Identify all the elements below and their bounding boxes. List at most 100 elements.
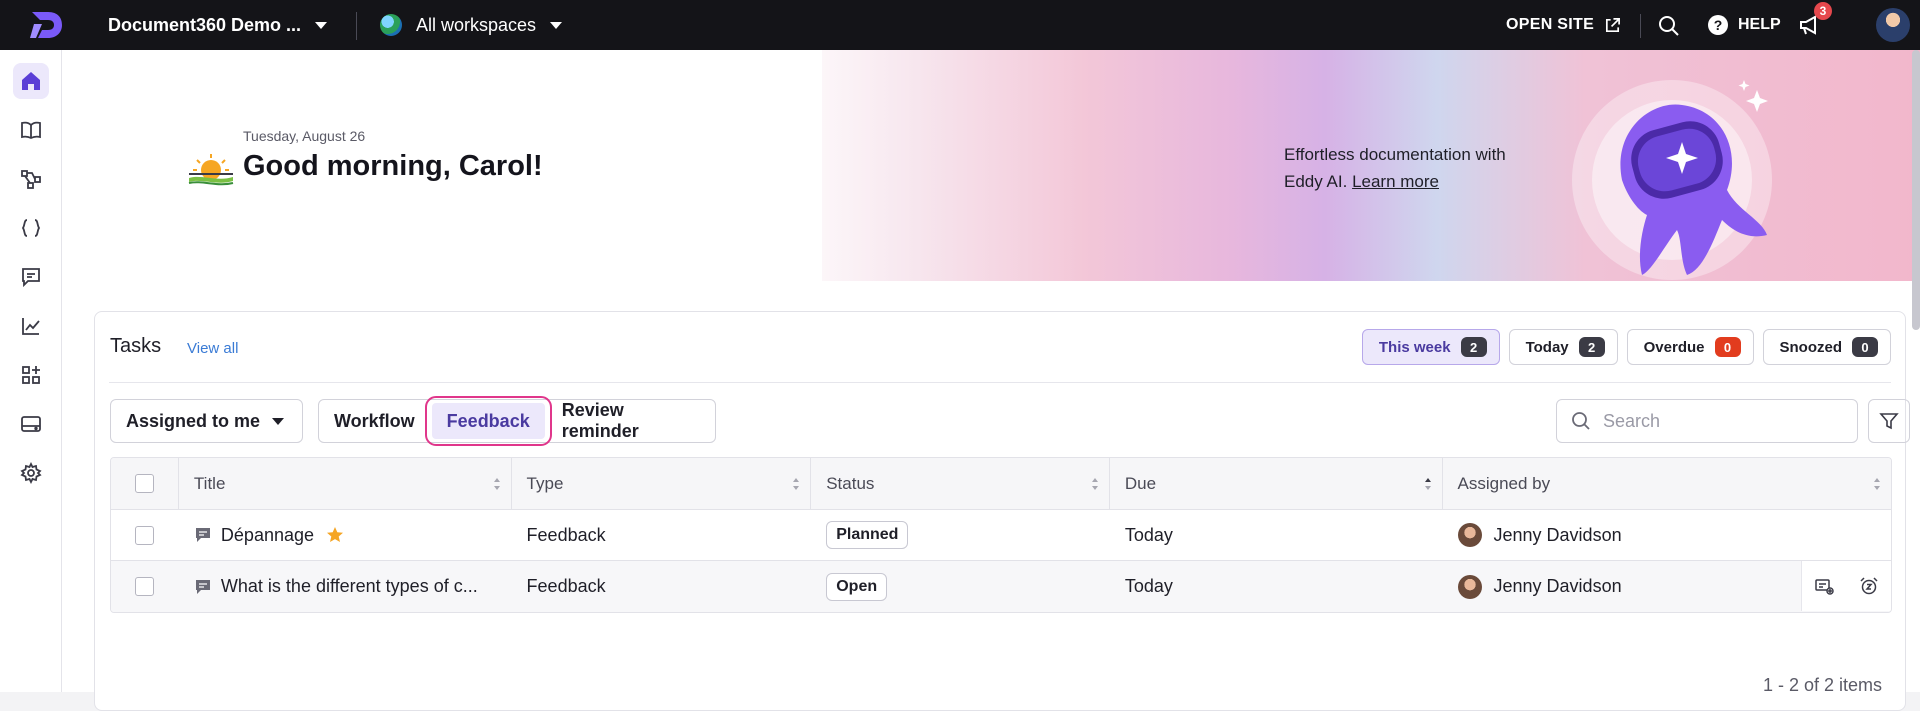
divider	[356, 12, 357, 40]
top-navigation-bar: Document360 Demo ... All workspaces OPEN…	[0, 0, 1920, 50]
row-checkbox[interactable]	[135, 525, 155, 545]
filter-today[interactable]: Today 2	[1508, 329, 1618, 365]
star-icon	[327, 527, 344, 542]
column-label: Type	[526, 473, 564, 493]
filter-label: Today	[1525, 338, 1569, 356]
eddy-ai-mascot-illustration	[1572, 80, 1772, 280]
due-date: Today	[1124, 524, 1173, 545]
table-row[interactable]: Dépannage Feedback Planned Today Jenny D…	[111, 510, 1891, 561]
view-all-link[interactable]: View all	[187, 340, 238, 357]
greeting-heading: Good morning, Carol!	[243, 150, 543, 182]
pagination-summary: 1 - 2 of 2 items	[1762, 675, 1882, 695]
column-header-title[interactable]: Title	[179, 458, 512, 509]
table-header-row: Title Type Status Due Assigned by	[111, 458, 1891, 510]
eddy-ai-promo: Effortless documentation with Eddy AI. L…	[1284, 141, 1544, 195]
sidebar-item-feedback[interactable]	[13, 259, 49, 295]
sidebar-item-settings[interactable]	[13, 455, 49, 491]
open-site-link[interactable]: OPEN SITE	[1506, 0, 1621, 50]
open-site-label: OPEN SITE	[1506, 16, 1595, 33]
project-name: Document360 Demo ...	[108, 14, 302, 35]
column-header-status[interactable]: Status	[811, 458, 1110, 509]
task-search-field[interactable]	[1556, 399, 1858, 443]
filter-label: Overdue	[1643, 338, 1705, 356]
count-badge: 2	[1578, 337, 1605, 357]
tasks-title: Tasks	[110, 335, 162, 357]
task-period-filters: This week 2 Today 2 Overdue 0 Snoozed 0	[1361, 329, 1891, 365]
task-type: Feedback	[526, 524, 606, 545]
document360-logo[interactable]	[28, 8, 64, 42]
column-label: Title	[193, 473, 226, 493]
welcome-banner: Tuesday, August 26 Good morning, Carol! …	[62, 50, 1920, 281]
count-badge: 0	[1714, 337, 1741, 357]
task-type: Feedback	[526, 576, 606, 596]
search-icon[interactable]	[1658, 15, 1680, 37]
project-selector[interactable]: Document360 Demo ...	[108, 0, 328, 50]
filter-this-week[interactable]: This week 2	[1361, 329, 1500, 365]
change-status-icon[interactable]	[1814, 576, 1834, 596]
assigned-by-name: Jenny Davidson	[1493, 576, 1622, 596]
search-icon	[1572, 412, 1590, 430]
tasks-table: Title Type Status Due Assigned by Dépann…	[110, 457, 1892, 613]
tab-feedback[interactable]: Feedback	[424, 396, 552, 446]
feedback-icon	[22, 268, 40, 288]
task-title-link[interactable]: What is the different types of c...	[221, 576, 478, 597]
workspace-label: All workspaces	[416, 14, 537, 35]
sidebar-item-apps[interactable]	[13, 357, 49, 393]
snooze-alarm-icon[interactable]	[1859, 576, 1879, 596]
workspace-selector[interactable]: All workspaces	[380, 0, 563, 50]
help-button[interactable]: ? HELP	[1708, 0, 1781, 50]
task-type-tabs: Workflow Feedback Review reminder	[318, 396, 716, 446]
chevron-down-icon	[550, 21, 563, 29]
divider	[1640, 14, 1641, 38]
column-label: Status	[826, 473, 875, 493]
tab-workflow[interactable]: Workflow	[319, 399, 430, 443]
sort-icon	[793, 478, 800, 490]
home-icon	[22, 72, 40, 90]
table-row[interactable]: What is the different types of c... Feed…	[111, 561, 1891, 612]
filter-snoozed[interactable]: Snoozed 0	[1762, 329, 1891, 365]
user-avatar[interactable]	[1876, 8, 1910, 42]
tab-review-reminder[interactable]: Review reminder	[547, 399, 715, 443]
filter-label: This week	[1378, 338, 1451, 356]
filter-overdue[interactable]: Overdue 0	[1626, 329, 1754, 365]
page-scrollbar[interactable]	[1912, 50, 1920, 330]
help-label: HELP	[1738, 16, 1781, 33]
feedback-comment-icon	[195, 579, 210, 594]
learn-more-link[interactable]: Learn more	[1352, 172, 1439, 191]
sidebar-item-drive[interactable]	[13, 406, 49, 442]
due-date: Today	[1124, 576, 1173, 596]
sort-icon	[1874, 478, 1880, 490]
main-content: Tuesday, August 26 Good morning, Carol! …	[62, 50, 1920, 711]
book-icon	[21, 121, 41, 140]
count-badge: 0	[1852, 337, 1878, 357]
sidebar-item-analytics[interactable]	[13, 308, 49, 344]
sort-ascending-icon	[1424, 478, 1431, 490]
row-actions	[1801, 561, 1891, 611]
assigned-select-value: Assigned to me	[126, 410, 261, 431]
select-all-checkbox[interactable]	[134, 474, 154, 493]
external-link-icon	[1606, 17, 1621, 32]
filter-button[interactable]	[1868, 399, 1910, 443]
task-title-link[interactable]: Dépannage	[221, 525, 314, 546]
status-badge: Planned	[826, 521, 909, 549]
sidebar-item-api[interactable]	[13, 210, 49, 246]
drive-icon	[21, 416, 41, 432]
select-all-cell	[111, 458, 179, 509]
column-header-type[interactable]: Type	[512, 458, 812, 509]
apps-icon	[22, 366, 40, 384]
row-checkbox[interactable]	[135, 577, 155, 596]
column-header-due[interactable]: Due	[1110, 458, 1443, 509]
column-header-assigned-by[interactable]: Assigned by	[1443, 458, 1891, 509]
sidebar-item-documentation[interactable]	[13, 112, 49, 148]
sidebar-item-home[interactable]	[13, 63, 49, 99]
notification-count-badge: 3	[1814, 2, 1832, 20]
left-sidebar	[0, 50, 62, 692]
settings-icon	[20, 462, 42, 484]
column-label: Assigned by	[1457, 473, 1551, 493]
sidebar-item-workflow[interactable]	[13, 161, 49, 197]
search-input[interactable]	[1603, 410, 1843, 432]
assigned-to-dropdown[interactable]: Assigned to me	[110, 399, 303, 443]
count-badge: 2	[1460, 337, 1487, 357]
help-icon: ?	[1708, 15, 1728, 35]
sunrise-icon	[188, 154, 234, 186]
